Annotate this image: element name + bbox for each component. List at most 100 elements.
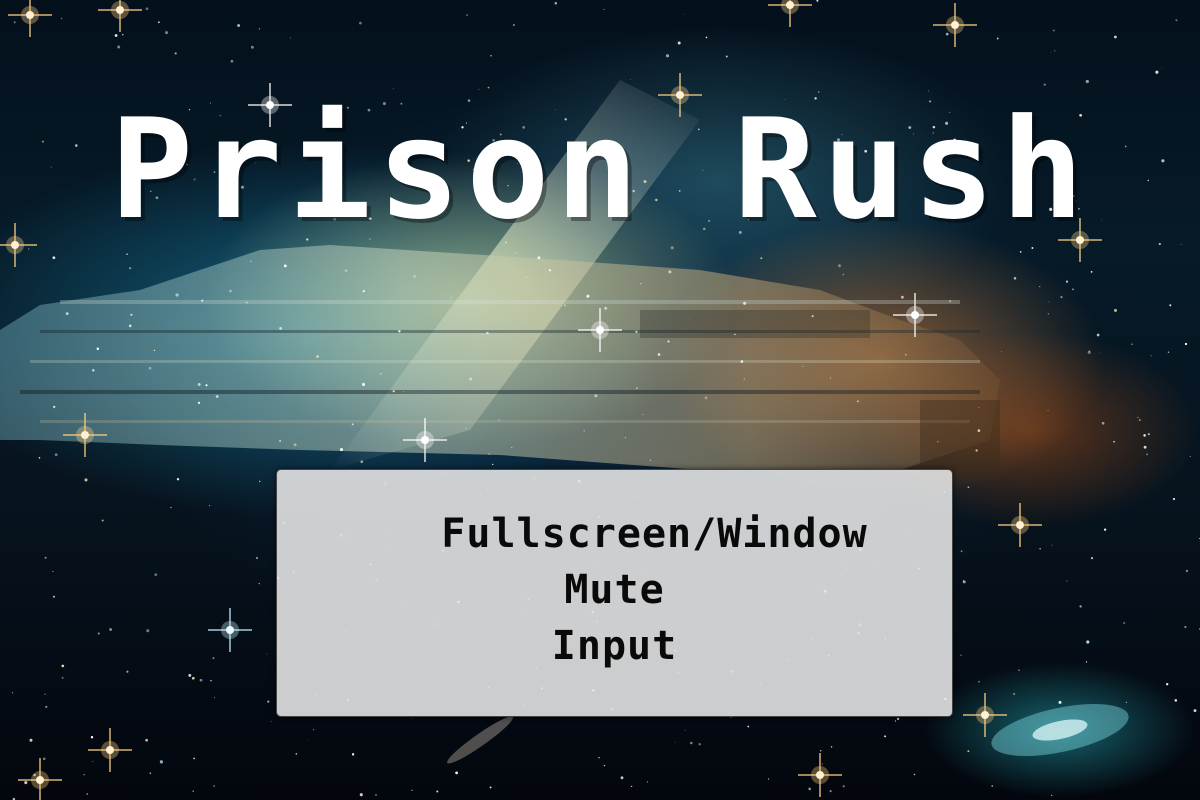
star bbox=[743, 378, 745, 380]
star bbox=[991, 785, 994, 787]
star-flare bbox=[998, 503, 1042, 547]
star bbox=[1125, 701, 1127, 703]
star bbox=[975, 449, 978, 452]
star bbox=[279, 326, 283, 330]
star bbox=[53, 408, 55, 410]
star bbox=[913, 773, 916, 776]
star bbox=[1039, 547, 1041, 550]
star bbox=[212, 657, 215, 660]
star bbox=[1043, 83, 1046, 86]
star bbox=[820, 750, 822, 752]
star bbox=[289, 37, 291, 39]
star bbox=[92, 761, 94, 763]
star bbox=[214, 697, 215, 699]
star bbox=[684, 13, 685, 15]
star bbox=[250, 260, 252, 263]
star bbox=[465, 427, 466, 429]
star bbox=[61, 676, 64, 679]
menu-item-mute[interactable]: Mute bbox=[277, 566, 952, 614]
star bbox=[537, 256, 541, 260]
star bbox=[38, 457, 41, 459]
star bbox=[61, 664, 65, 668]
star bbox=[704, 396, 708, 400]
star bbox=[259, 480, 261, 482]
star bbox=[977, 429, 981, 432]
star bbox=[176, 478, 180, 481]
star bbox=[126, 253, 128, 256]
star bbox=[486, 331, 489, 335]
star bbox=[1161, 67, 1162, 69]
star bbox=[677, 41, 681, 45]
star bbox=[904, 353, 907, 356]
star bbox=[586, 294, 590, 298]
star bbox=[808, 787, 811, 791]
star bbox=[594, 394, 598, 398]
star bbox=[511, 447, 513, 449]
star bbox=[690, 741, 693, 745]
star bbox=[1146, 453, 1148, 456]
star bbox=[307, 739, 309, 741]
star bbox=[295, 753, 298, 755]
star bbox=[498, 419, 500, 421]
star bbox=[1174, 699, 1178, 702]
star bbox=[1155, 70, 1159, 74]
star bbox=[1175, 19, 1178, 22]
star bbox=[1113, 308, 1118, 312]
star bbox=[229, 289, 232, 293]
menu-item-fullscreen-window[interactable]: Fullscreen/Window bbox=[277, 510, 952, 558]
star bbox=[60, 17, 63, 20]
star bbox=[1087, 350, 1091, 354]
star bbox=[1013, 277, 1017, 280]
star bbox=[1167, 351, 1170, 353]
star bbox=[725, 55, 728, 58]
star bbox=[279, 440, 282, 442]
star bbox=[640, 283, 642, 285]
star bbox=[1013, 692, 1016, 695]
star bbox=[54, 453, 58, 457]
star bbox=[359, 793, 363, 797]
star bbox=[1054, 50, 1056, 52]
star bbox=[996, 37, 999, 40]
star bbox=[1050, 51, 1052, 53]
star bbox=[1150, 355, 1152, 357]
star bbox=[1072, 288, 1074, 291]
star bbox=[197, 383, 201, 386]
star bbox=[188, 301, 190, 303]
star bbox=[1103, 528, 1107, 531]
star bbox=[960, 550, 963, 553]
star bbox=[489, 786, 492, 789]
star bbox=[199, 678, 203, 682]
star bbox=[362, 289, 365, 293]
star bbox=[149, 772, 152, 774]
star bbox=[24, 781, 28, 785]
star bbox=[109, 628, 112, 631]
star bbox=[1101, 421, 1105, 425]
star bbox=[29, 738, 33, 742]
star bbox=[1158, 242, 1161, 246]
star bbox=[603, 764, 606, 767]
star bbox=[1065, 280, 1069, 283]
star bbox=[375, 793, 377, 796]
star bbox=[747, 725, 750, 728]
star bbox=[829, 377, 831, 379]
star bbox=[128, 324, 132, 328]
star-flare bbox=[98, 0, 142, 32]
star bbox=[237, 24, 241, 27]
star-flare bbox=[893, 293, 937, 337]
star bbox=[1019, 251, 1022, 253]
star bbox=[153, 349, 156, 352]
star bbox=[967, 750, 970, 753]
star bbox=[890, 367, 891, 369]
star bbox=[624, 437, 627, 439]
star bbox=[657, 353, 661, 356]
menu-item-input[interactable]: Input bbox=[277, 622, 952, 670]
star bbox=[948, 299, 952, 303]
star bbox=[154, 573, 158, 576]
star bbox=[604, 306, 608, 310]
star bbox=[194, 369, 196, 370]
star bbox=[86, 793, 89, 795]
star bbox=[312, 729, 315, 731]
star bbox=[1090, 556, 1094, 560]
star bbox=[270, 721, 272, 723]
star bbox=[1060, 296, 1063, 299]
